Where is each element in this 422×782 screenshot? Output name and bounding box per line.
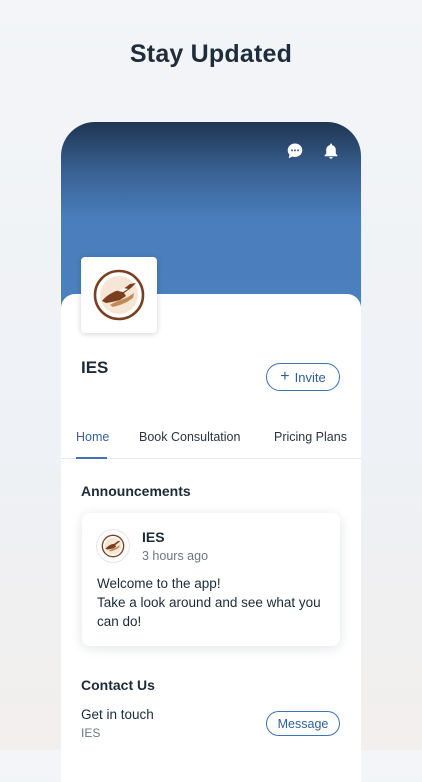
- contact-sub: IES: [81, 726, 101, 740]
- bell-icon[interactable]: [322, 142, 340, 160]
- plus-icon: +: [280, 368, 290, 385]
- post-timestamp: 3 hours ago: [142, 549, 209, 563]
- post-body-line: can do!: [97, 614, 142, 629]
- tab-bar: Home Book Consultation Pricing Plans: [61, 420, 361, 459]
- ies-logo: [101, 534, 125, 558]
- contact-label: Get in touch: [81, 707, 154, 722]
- post-body-line: Take a look around and see what you: [97, 595, 321, 610]
- message-button[interactable]: Message: [266, 711, 340, 736]
- announcement-card[interactable]: IES 3 hours ago Welcome to the app! Take…: [82, 513, 340, 646]
- announcements-title: Announcements: [81, 483, 191, 499]
- site-logo: [81, 257, 157, 333]
- contact-title: Contact Us: [81, 677, 155, 693]
- tab-home[interactable]: Home: [76, 430, 109, 444]
- post-body: Welcome to the app! Take a look around a…: [97, 574, 332, 631]
- invite-label: Invite: [294, 369, 326, 385]
- invite-button[interactable]: + Invite: [266, 363, 340, 391]
- tab-pricing-plans[interactable]: Pricing Plans: [274, 430, 347, 444]
- site-name: IES: [81, 358, 109, 377]
- phone-screen: IES + Invite Home Book Consultation Pric…: [61, 122, 361, 782]
- chat-bubble-icon[interactable]: [286, 142, 304, 160]
- post-body-line: Welcome to the app!: [97, 576, 221, 591]
- tab-book-consultation[interactable]: Book Consultation: [139, 430, 240, 444]
- ies-logo: [93, 269, 145, 321]
- headline: Stay Updated: [129, 40, 293, 68]
- post-author: IES: [142, 529, 165, 545]
- avatar: [97, 530, 129, 562]
- active-tab-indicator: [76, 457, 107, 459]
